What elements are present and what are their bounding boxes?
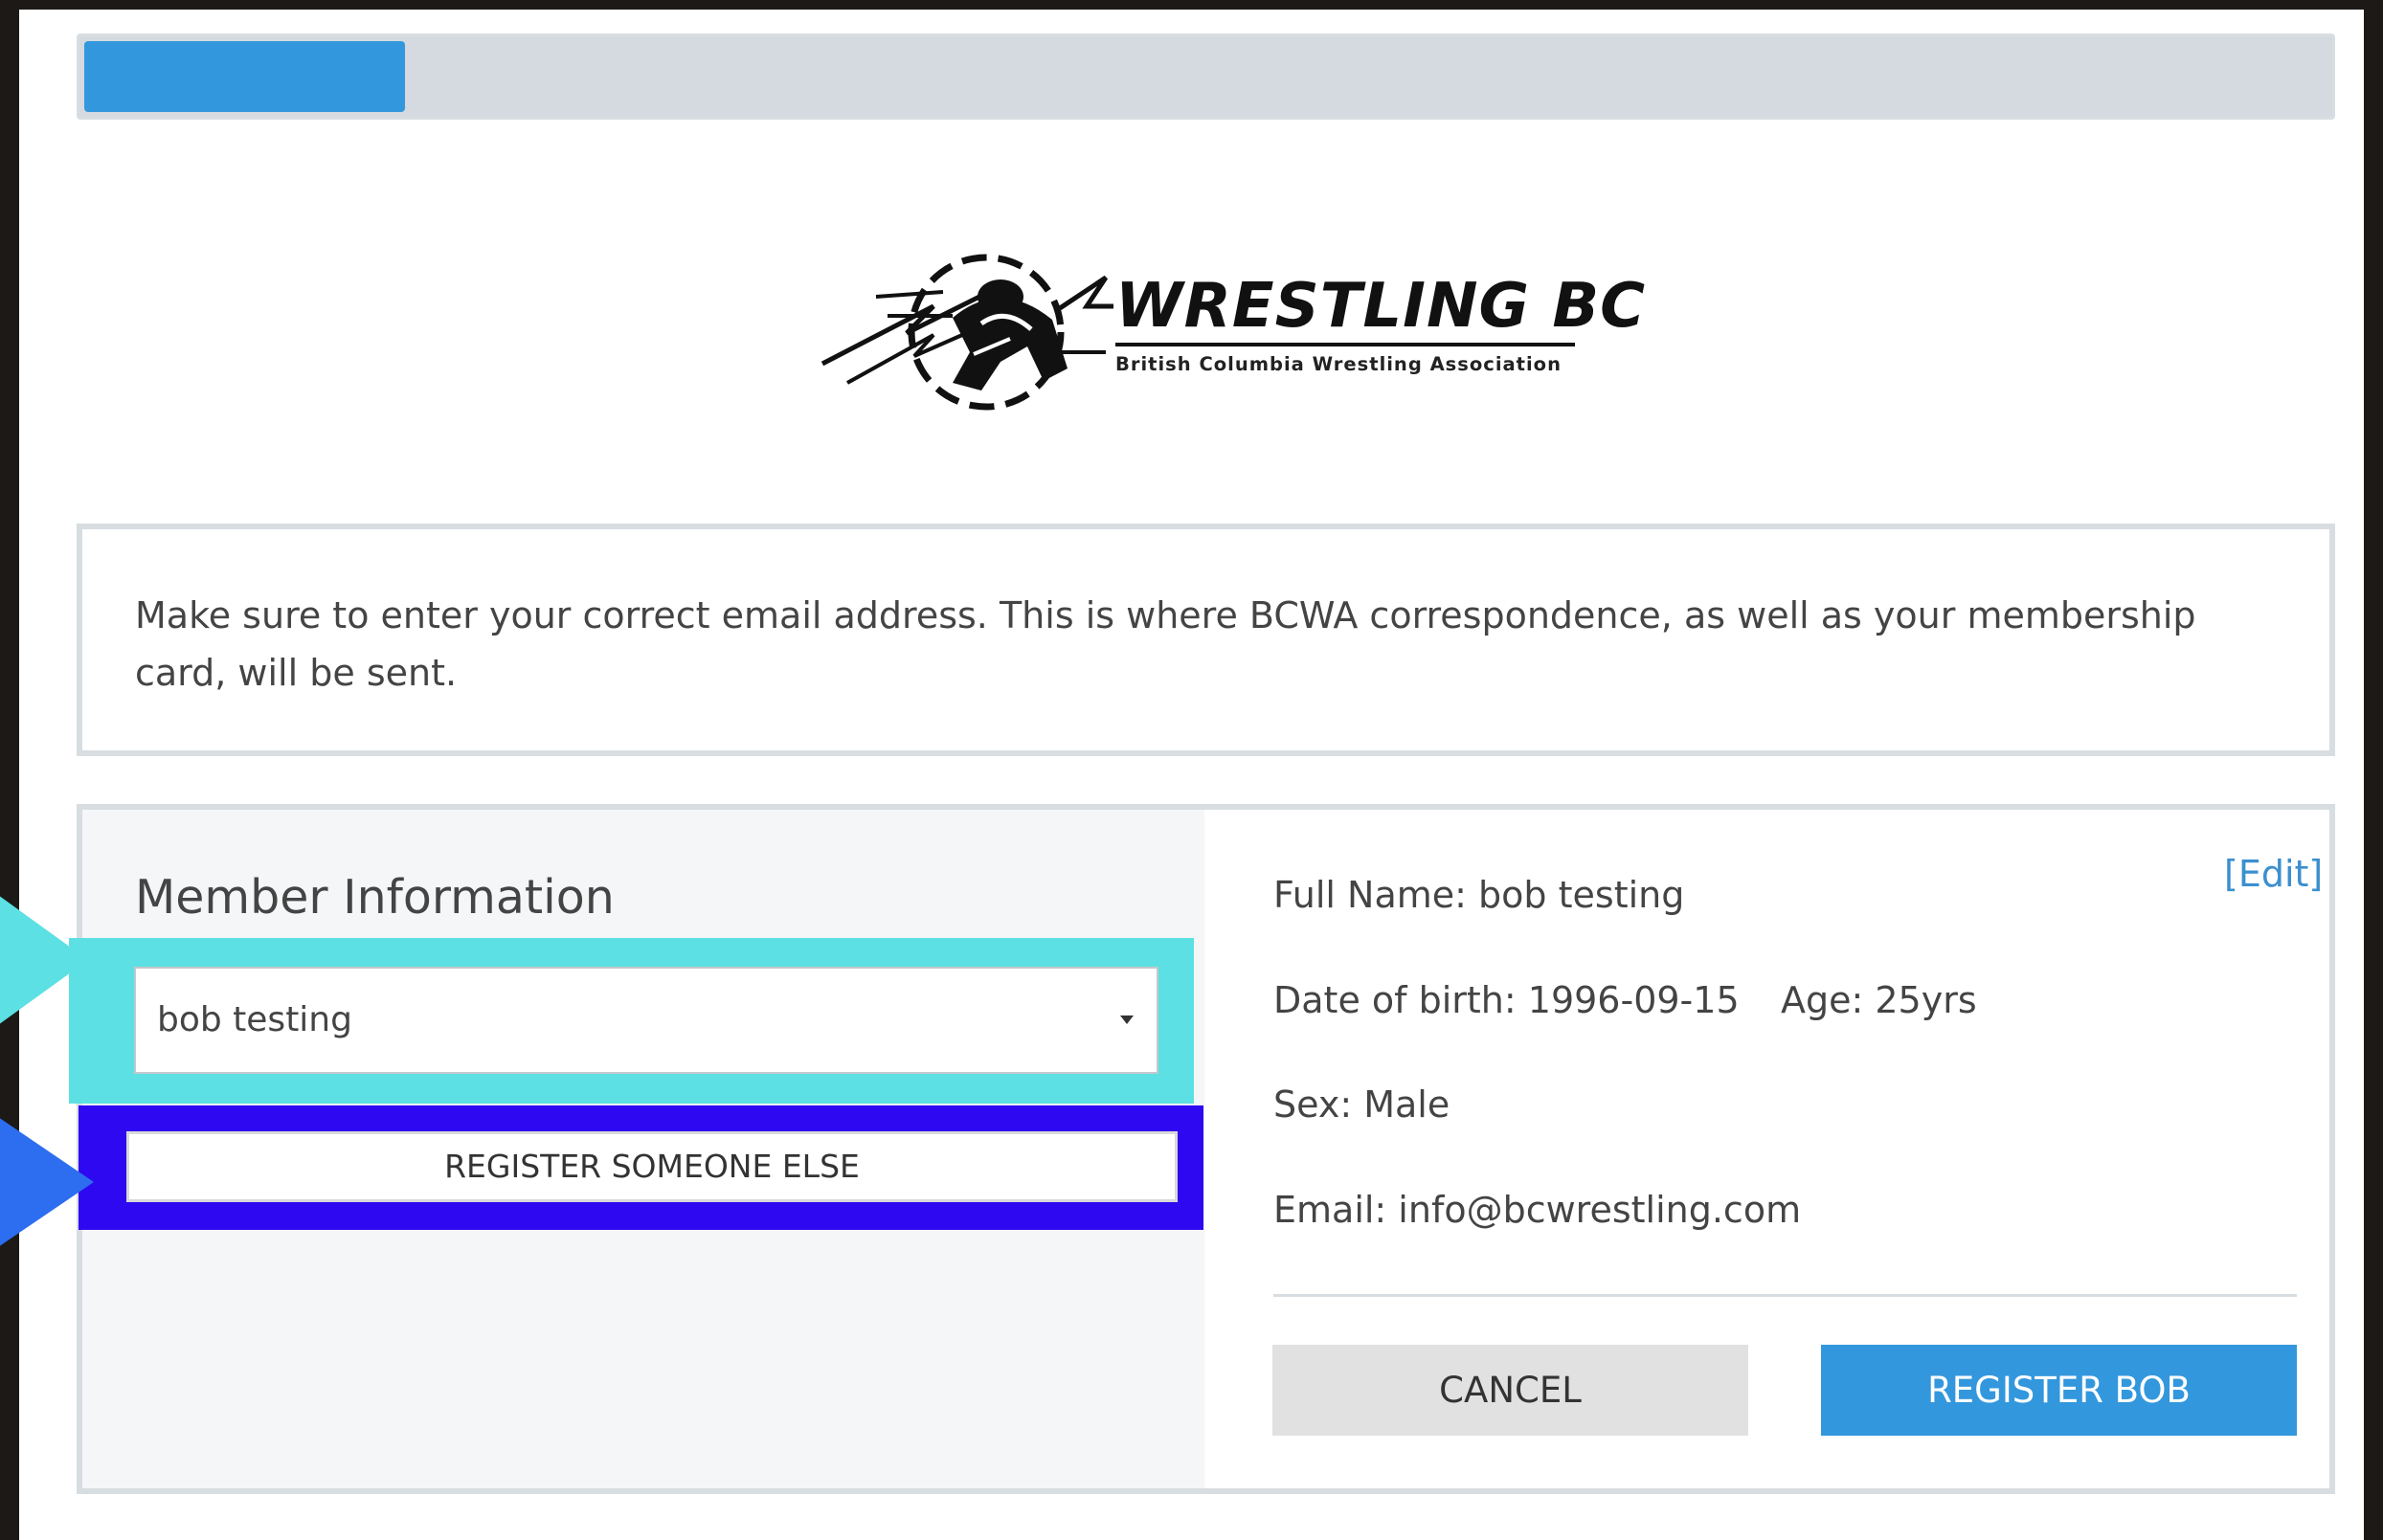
email-text: Email: info@bcwrestling.com xyxy=(1273,1189,1802,1231)
progress-bar-fill xyxy=(84,41,405,112)
date-of-birth-text: Date of birth: 1996-09-15 xyxy=(1273,979,1740,1021)
details-divider xyxy=(1273,1294,2297,1297)
blue-pointer-arrow-icon xyxy=(0,1117,94,1247)
wrestling-bc-logo: WRESTLING BC British Columbia Wrestling … xyxy=(819,239,1647,421)
full-name-text: Full Name: bob testing xyxy=(1273,874,1685,916)
progress-bar xyxy=(77,33,2335,120)
age-text: Age: 25yrs xyxy=(1781,979,1977,1021)
register-someone-else-button[interactable]: REGISTER SOMEONE ELSE xyxy=(126,1131,1178,1202)
cancel-button[interactable]: CANCEL xyxy=(1272,1345,1748,1436)
wrestlers-emblem-icon xyxy=(821,254,1113,411)
member-information-heading: Member Information xyxy=(135,870,615,925)
email-notice-text: Make sure to enter your correct email ad… xyxy=(135,594,2196,694)
register-bob-button[interactable]: REGISTER BOB xyxy=(1821,1345,2297,1436)
logo-title: WRESTLING BC xyxy=(1115,271,1647,342)
registration-modal: WRESTLING BC British Columbia Wrestling … xyxy=(19,10,2364,1540)
sex-text: Sex: Male xyxy=(1273,1083,1450,1126)
member-select-dropdown[interactable]: bob testing xyxy=(134,967,1158,1074)
edit-link[interactable]: [Edit] xyxy=(2224,847,2323,901)
logo-rule xyxy=(1115,343,1575,346)
member-select-value: bob testing xyxy=(157,1000,352,1039)
cyan-pointer-arrow-icon xyxy=(0,895,88,1025)
email-notice-box: Make sure to enter your correct email ad… xyxy=(77,524,2335,756)
logo-subtitle: British Columbia Wrestling Association xyxy=(1115,353,1562,375)
caret-down-icon xyxy=(1120,1016,1134,1024)
